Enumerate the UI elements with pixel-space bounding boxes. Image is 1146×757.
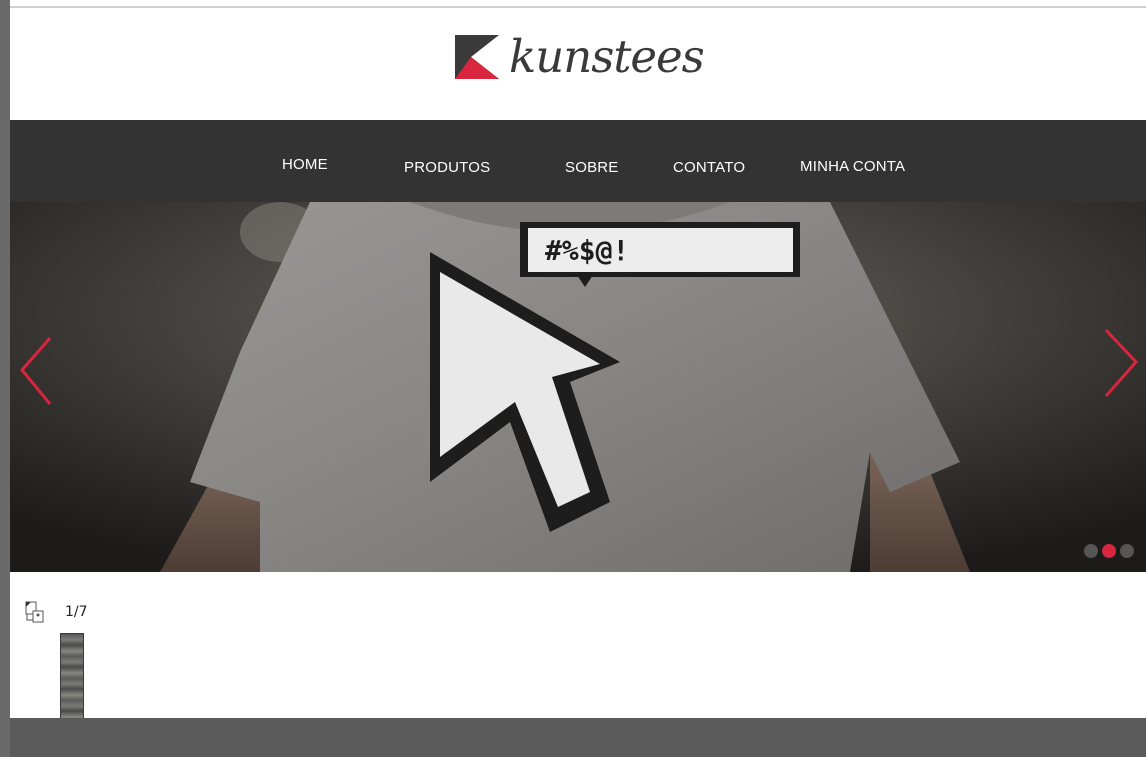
hero-slider: #%$@! xyxy=(10,202,1146,572)
slider-next-button[interactable] xyxy=(1096,324,1146,424)
broken-image-icon xyxy=(25,600,49,624)
window-top-edge xyxy=(0,0,1146,8)
nav-item-minha-conta[interactable]: MINHA CONTA xyxy=(800,158,905,175)
brand-name: kunstees xyxy=(509,30,705,83)
slider-dot-1[interactable] xyxy=(1084,544,1098,558)
chevron-right-icon xyxy=(1104,328,1139,397)
main-navigation: HOME PRODUTOS SOBRE CONTATO MINHA CONTA xyxy=(10,120,1146,202)
nav-item-sobre[interactable]: SOBRE xyxy=(565,159,619,176)
k-square-logo-icon xyxy=(455,35,499,79)
chevron-left-icon xyxy=(20,337,52,405)
nav-item-contato[interactable]: CONTATO xyxy=(673,159,745,176)
nav-item-produtos[interactable]: PRODUTOS xyxy=(404,159,490,176)
gallery-counter-row: 1/7 xyxy=(25,600,88,624)
web-page: kunstees HOME PRODUTOS SOBRE CONTATO MIN… xyxy=(10,8,1146,718)
nav-item-home[interactable]: HOME xyxy=(282,156,328,173)
footer-bar xyxy=(10,718,1146,757)
slider-dots xyxy=(1084,544,1134,558)
slider-dot-2[interactable] xyxy=(1102,544,1116,558)
hero-slide-image: #%$@! xyxy=(10,202,1146,572)
gallery-counter: 1/7 xyxy=(65,604,88,620)
svg-text:#%$@!: #%$@! xyxy=(545,234,629,267)
slider-prev-button[interactable] xyxy=(16,324,66,424)
slider-dot-3[interactable] xyxy=(1120,544,1134,558)
window-left-edge xyxy=(0,0,10,757)
site-logo[interactable]: kunstees xyxy=(455,30,705,83)
